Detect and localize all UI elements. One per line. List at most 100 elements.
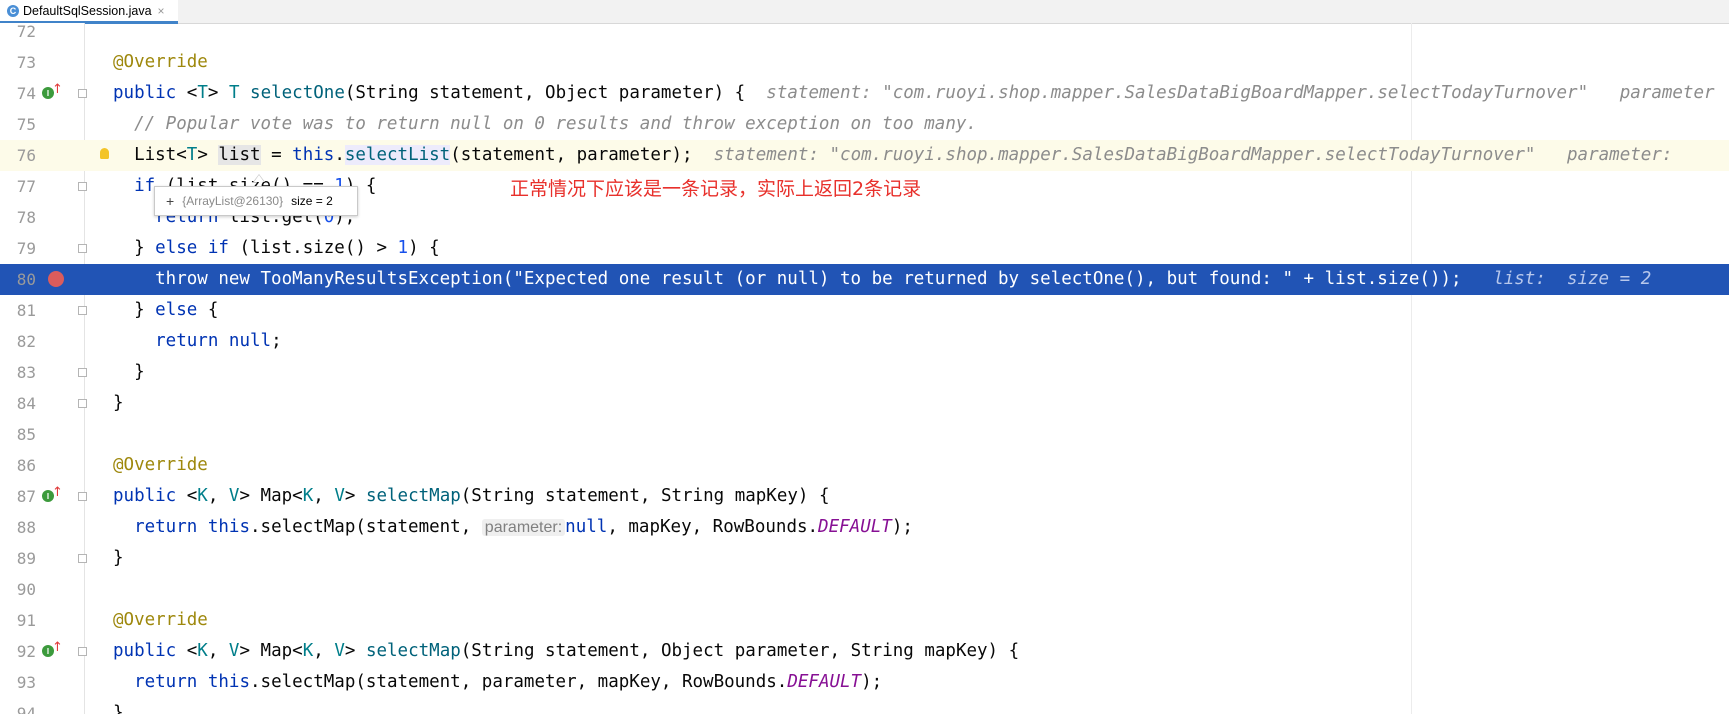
code-line[interactable]: 89 } [0, 543, 1729, 574]
code-line[interactable]: 82 return null; [0, 326, 1729, 357]
tab-defaultsqlsession[interactable]: C DefaultSqlSession.java × [0, 0, 178, 24]
keyword: return [113, 517, 198, 537]
keyword: this [207, 517, 250, 537]
line-number: 72 [16, 23, 36, 41]
intention-bulb-icon[interactable] [100, 148, 109, 159]
fold-icon[interactable] [78, 399, 87, 408]
code-line[interactable]: 94 } [0, 698, 1729, 714]
code-line[interactable]: 91 @Override [0, 605, 1729, 636]
code-line[interactable]: 73 @Override [0, 47, 1729, 78]
code-token: > [344, 641, 366, 661]
line-number: 93 [16, 673, 36, 692]
code-line[interactable]: 83 } [0, 357, 1729, 388]
code-line[interactable]: 74 I ↑ public <T> T selectOne(String sta… [0, 78, 1729, 109]
fold-icon[interactable] [78, 647, 87, 656]
code-token: < [176, 641, 198, 661]
code-token: } [113, 300, 156, 320]
code-editor[interactable]: 72 73 @Override 74 I ↑ public <T> T sele… [0, 23, 1729, 714]
code-line[interactable]: 85 [0, 419, 1729, 450]
code-line[interactable]: 86 @Override [0, 450, 1729, 481]
code-token: , mapKey, RowBounds. [607, 517, 819, 537]
code-token: throw new TooManyResultsException("Expec… [113, 269, 1462, 289]
code-token: , [313, 641, 335, 661]
code-token: } [113, 703, 124, 714]
keyword: public [113, 641, 177, 661]
fold-icon[interactable] [78, 306, 87, 315]
type-param: K [197, 486, 208, 506]
editor-tab-bar: C DefaultSqlSession.java × [0, 0, 1729, 24]
line-number: 87 [16, 487, 36, 506]
code-line[interactable]: 88 return this.selectMap(statement, para… [0, 512, 1729, 543]
code-token: , [207, 641, 229, 661]
code-comment: // Popular vote was to return null on 0 … [113, 114, 977, 134]
line-number: 92 [16, 642, 36, 661]
close-icon[interactable]: × [158, 4, 165, 18]
fold-icon[interactable] [78, 492, 87, 501]
line-number: 85 [16, 425, 36, 444]
type-param: V [228, 641, 240, 661]
code-token: List< [113, 145, 187, 165]
variable-list[interactable]: list [218, 145, 261, 165]
code-token: , [313, 486, 335, 506]
static-constant: DEFAULT [787, 672, 862, 692]
breakpoint-icon[interactable] [48, 271, 64, 287]
fold-icon[interactable] [78, 182, 87, 191]
tab-label: DefaultSqlSession.java [23, 3, 152, 18]
line-number: 77 [16, 177, 36, 196]
code-token: (list.size() > [228, 238, 398, 258]
fold-icon[interactable] [78, 368, 87, 377]
keyword: public [113, 83, 177, 103]
tooltip-value: size = 2 [291, 194, 333, 208]
type-param: T [186, 145, 198, 165]
annotation: @Override [113, 455, 208, 475]
line-number: 91 [16, 611, 36, 630]
code-line[interactable]: 72 [0, 23, 1729, 47]
fold-icon[interactable] [78, 89, 87, 98]
code-token: ); [891, 517, 913, 537]
code-token: } [113, 393, 124, 413]
execution-line[interactable]: 80 throw new TooManyResultsException("Ex… [0, 264, 1729, 295]
inline-debug-value: list: size = 2 [1461, 269, 1652, 289]
method-name: selectMap [365, 641, 461, 661]
keyword: return [113, 331, 219, 351]
code-line[interactable]: 93 return this.selectMap(statement, para… [0, 667, 1729, 698]
code-line[interactable]: 79 } else if (list.size() > 1) { [0, 233, 1729, 264]
fold-icon[interactable] [78, 244, 87, 253]
tooltip-pointer [253, 174, 265, 182]
static-constant: DEFAULT [818, 517, 892, 537]
annotation: @Override [113, 52, 208, 72]
expand-icon[interactable]: + [166, 193, 174, 209]
override-arrow-icon[interactable]: ↑ [52, 640, 63, 655]
method-name: selectMap [365, 486, 461, 506]
number-literal: 1 [397, 238, 409, 258]
code-token: > Map< [239, 486, 303, 506]
annotation: @Override [113, 610, 208, 630]
line-number: 76 [16, 146, 36, 165]
code-line[interactable]: 92 I ↑ public <K, V> Map<K, V> selectMap… [0, 636, 1729, 667]
line-number: 84 [16, 394, 36, 413]
override-arrow-icon[interactable]: ↑ [52, 82, 63, 97]
code-token: , [207, 486, 229, 506]
code-line-current[interactable]: 76 List<T> list = this.selectList(statem… [0, 140, 1729, 171]
code-token: > [344, 486, 366, 506]
code-line[interactable]: 87 I ↑ public <K, V> Map<K, V> selectMap… [0, 481, 1729, 512]
code-line[interactable]: 81 } else { [0, 295, 1729, 326]
keyword: this [292, 145, 335, 165]
code-token: > Map< [239, 641, 303, 661]
inline-debug-value: statement: "com.ruoyi.shop.mapper.SalesD… [692, 145, 1683, 165]
keyword: else [155, 238, 198, 258]
type-param: K [197, 641, 208, 661]
method-name: selectList [344, 145, 451, 165]
type-param: V [228, 486, 240, 506]
code-line[interactable]: 84 } [0, 388, 1729, 419]
line-number: 75 [16, 115, 36, 134]
code-line[interactable]: 90 [0, 574, 1729, 605]
override-arrow-icon[interactable]: ↑ [52, 485, 63, 500]
code-line[interactable]: 75 // Popular vote was to return null on… [0, 109, 1729, 140]
debug-value-tooltip[interactable]: + {ArrayList@26130} size = 2 [154, 186, 358, 216]
keyword: if [113, 176, 156, 196]
fold-icon[interactable] [78, 554, 87, 563]
